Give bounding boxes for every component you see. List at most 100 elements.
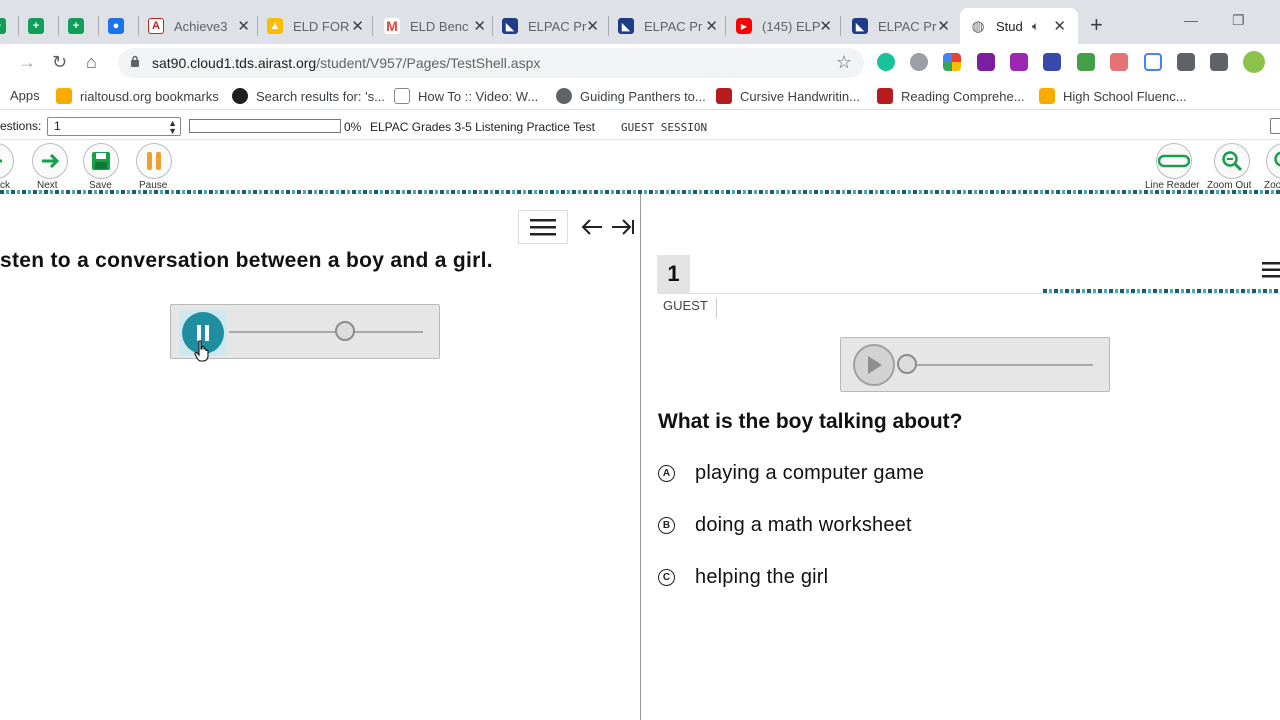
bookmark-star-icon[interactable]: ☆ [836,52,852,73]
tab-active-student[interactable]: ◍ Stud 🔈︎ ✕ [960,8,1078,44]
extension-icon[interactable] [943,53,961,71]
bookmark-search[interactable]: Search results for: 's... [232,88,385,104]
tab-elpac-3[interactable]: ◣ ELPAC Pr ✕ [852,8,958,44]
restore-icon[interactable]: ❐ [1232,12,1245,29]
extension-icon[interactable] [1010,53,1028,71]
speaker-icon[interactable]: 🔈︎ [1032,19,1039,34]
media-icon[interactable] [1210,53,1228,71]
zoom-out-button[interactable] [1214,143,1250,179]
save-button[interactable] [83,143,119,179]
elpac-icon: ◣ [852,18,868,34]
tab-eld-bench[interactable]: M ELD Benc ✕ [384,8,494,44]
collapse-left-button[interactable] [577,210,607,244]
close-tab-icon[interactable]: ✕ [473,17,486,35]
line-reader-icon [1158,154,1190,168]
answer-option-a[interactable]: A playing a computer game [658,462,924,485]
pause-button[interactable] [136,143,172,179]
sheets-icon: + [28,18,44,34]
zoom-in-button[interactable] [1266,143,1280,179]
bookmark-guiding[interactable]: Guiding Panthers to... [556,88,706,104]
extension-icon[interactable] [1043,53,1061,71]
tab-youtube[interactable]: ▶ (145) ELP ✕ [736,8,840,44]
close-tab-icon[interactable]: ✕ [1053,17,1066,35]
extension-icon[interactable] [1077,53,1095,71]
grammarly-icon[interactable] [877,53,895,71]
tab-elpac-2[interactable]: ◣ ELPAC Pr ✕ [618,8,726,44]
progress-percent: 0% [344,120,362,134]
user-label: GUEST [663,298,717,318]
pause-icon [147,152,161,170]
next-button[interactable] [32,143,68,179]
bookmark-howto[interactable]: How To :: Video: W... [394,88,538,104]
elpac-icon: ◣ [618,18,634,34]
zoom-out-icon [1222,151,1243,172]
gmail-icon: M [384,18,400,34]
bookmark-apps[interactable]: Apps [10,88,40,103]
close-tab-icon[interactable]: ✕ [705,17,718,35]
sheets-icon: + [68,18,84,34]
line-reader-button[interactable] [1156,143,1192,179]
progress-bar [189,119,341,133]
tab-elpac-1[interactable]: ◣ ELPAC Pr ✕ [502,8,607,44]
test-name: ELPAC Grades 3-5 Listening Practice Test [370,120,595,134]
question-stem: What is the boy talking about? [658,410,963,433]
next-arrow-icon [42,153,60,169]
pdf-icon[interactable] [977,53,995,71]
option-text[interactable]: helping the girl [695,566,828,589]
bookmarks-bar: Apps rialtousd.org bookmarks Search resu… [0,82,1280,110]
option-text[interactable]: playing a computer game [695,462,924,485]
session-label: GUEST SESSION [621,121,708,134]
bookmark-fluency[interactable]: High School Fluenc... [1039,88,1187,104]
close-tab-icon[interactable]: ✕ [351,17,364,35]
avatar[interactable] [1243,51,1265,73]
audio-scrubber[interactable] [335,321,356,341]
option-letter[interactable]: B [658,517,675,534]
tab-eld-for[interactable]: ▲ ELD FOR ✕ [267,8,372,44]
option-letter[interactable]: A [658,465,675,482]
tab-3[interactable]: ● [108,8,138,44]
panel-divider[interactable] [640,194,641,720]
close-tab-icon[interactable]: ✕ [819,17,832,35]
youtube-icon: ▶ [736,18,752,34]
answer-option-b[interactable]: B doing a math worksheet [658,514,912,537]
back-button[interactable] [0,143,14,179]
audio-track[interactable] [907,364,1093,366]
forward-icon[interactable]: → [18,52,36,73]
close-tab-icon[interactable]: ✕ [586,17,599,35]
link-icon[interactable] [1144,53,1162,71]
drive-icon: ▲ [267,18,283,34]
option-text[interactable]: doing a math worksheet [695,514,912,537]
tab-1[interactable]: + [28,8,58,44]
extension-icon[interactable] [910,53,928,71]
audio-scrubber[interactable] [897,354,917,374]
tab-title: Achieve3 [174,18,228,34]
extension-icon[interactable] [1110,53,1128,71]
bookmark-folder[interactable]: rialtousd.org bookmarks [56,88,219,104]
passage-menu-button[interactable] [518,210,568,244]
achieve-icon: A [148,18,164,34]
play-icon [868,356,882,374]
test-shell-bar: estions: 1 ▲ ▼ 0% ELPAC Grades 3-5 Listen… [0,110,1280,140]
option-letter[interactable]: C [658,569,675,586]
minimize-icon[interactable]: — [1184,12,1198,28]
omnibox[interactable]: sat90.cloud1.tds.airast.org/student/V957… [118,48,864,78]
tab-0[interactable]: + [0,8,20,44]
puzzle-icon[interactable] [1177,53,1195,71]
tab-2[interactable]: + [68,8,98,44]
item-menu-icon[interactable] [1262,260,1280,280]
elpac-icon: ◣ [502,18,518,34]
item-audio-player [840,337,1110,392]
close-tab-icon[interactable]: ✕ [237,17,250,35]
question-select[interactable]: 1 ▲ ▼ [47,117,181,136]
bookmark-reading[interactable]: Reading Comprehe... [877,88,1025,104]
home-icon[interactable]: ⌂ [86,52,97,73]
tab-achieve3000[interactable]: A Achieve3 ✕ [148,8,258,44]
audio-track[interactable] [229,331,423,333]
expand-right-button[interactable] [608,210,638,244]
close-tab-icon[interactable]: ✕ [937,17,950,35]
answer-option-c[interactable]: C helping the girl [658,566,828,589]
play-audio-button[interactable] [853,344,895,386]
new-tab-button[interactable]: + [1090,12,1103,38]
reload-icon[interactable]: ↻ [52,52,67,73]
bookmark-cursive[interactable]: Cursive Handwritin... [716,88,860,104]
